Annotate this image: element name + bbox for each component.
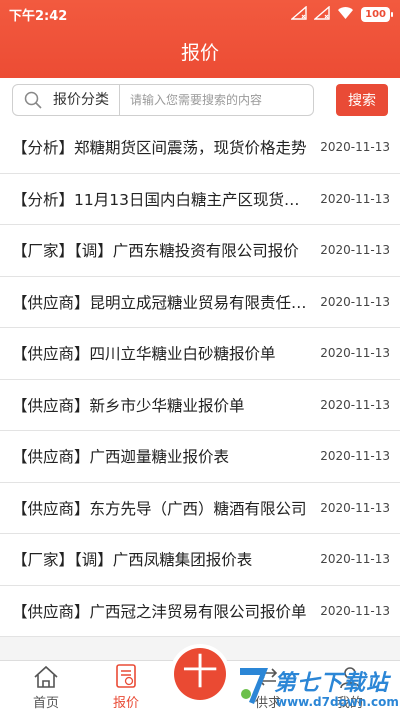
battery-icon: 100 (361, 6, 393, 22)
list-item[interactable]: 【供应商】新乡市少华糖业报价单 2020-11-13 (0, 380, 400, 431)
item-title: 【分析】郑糖期货区间震荡，现货价格走势 (12, 139, 307, 158)
item-date: 2020-11-13 (320, 243, 390, 258)
item-title: 【供应商】东方先导（广西）糖酒有限公司 (12, 499, 307, 518)
watermark-title: 第七下载站 (274, 671, 390, 696)
item-date: 2020-11-13 (320, 191, 390, 206)
status-time: 下午2:42 (9, 9, 68, 24)
item-date: 2020-11-13 (320, 346, 390, 361)
search-box[interactable]: 报价分类 (12, 84, 314, 116)
tab-quote-label: 报价 (112, 696, 139, 711)
app-header: 下午2:42 100 报价 (0, 0, 400, 78)
item-date: 2020-11-13 (320, 397, 390, 412)
tab-quote[interactable]: 报价 (96, 661, 156, 711)
home-icon (16, 661, 76, 689)
quote-list: 【分析】郑糖期货区间震荡，现货价格走势 2020-11-13 【分析】11月13日… (0, 122, 400, 637)
list-item[interactable]: 【厂家】【调】广西凤糖集团报价表 2020-11-13 (0, 534, 400, 586)
list-item[interactable]: 【厂家】【调】广西东糖投资有限公司报价 2020-11-13 (0, 225, 400, 277)
search-bar: 报价分类 搜索 (0, 78, 400, 122)
list-item[interactable]: 【供应商】东方先导（广西）糖酒有限公司 2020-11-13 (0, 483, 400, 534)
list-item[interactable]: 【供应商】广西迦量糖业报价表 2020-11-13 (0, 431, 400, 483)
category-selector[interactable]: 报价分类 (53, 85, 120, 115)
item-title: 【厂家】【调】广西凤糖集团报价表 (12, 551, 253, 570)
no-sim-icon-2 (313, 4, 330, 24)
item-date: 2020-11-13 (320, 140, 390, 155)
item-date: 2020-11-13 (320, 603, 390, 618)
tab-home-label: 首页 (32, 696, 59, 711)
item-title: 【分析】11月13日国内白糖主产区现货价格 (12, 190, 310, 209)
item-date: 2020-11-13 (320, 500, 390, 515)
item-date: 2020-11-13 (320, 294, 390, 309)
item-title: 【供应商】四川立华糖业白砂糖报价单 (12, 345, 276, 364)
item-title: 【供应商】广西冠之沣贸易有限公司报价单 (12, 602, 307, 621)
add-post-button[interactable]: 十 (174, 648, 226, 700)
status-bar: 下午2:42 100 (0, 0, 400, 28)
item-date: 2020-11-13 (320, 449, 390, 464)
watermark: 第七下载站 www.d7down.com (236, 664, 400, 711)
list-item[interactable]: 【分析】郑糖期货区间震荡，现货价格走势 2020-11-13 (0, 122, 400, 174)
search-button[interactable]: 搜索 (336, 84, 388, 116)
search-icon (13, 85, 53, 115)
item-title: 【供应商】新乡市少华糖业报价单 (12, 396, 245, 415)
item-title: 【厂家】【调】广西东糖投资有限公司报价 (12, 242, 299, 261)
list-item[interactable]: 【供应商】广西冠之沣贸易有限公司报价单 2020-11-13 (0, 586, 400, 637)
list-item[interactable]: 【分析】11月13日国内白糖主产区现货价格 2020-11-13 (0, 174, 400, 225)
status-icons: 100 (290, 4, 393, 24)
list-item[interactable]: 【供应商】昆明立成冠糖业贸易有限责任公司 2020-11-13 (0, 277, 400, 328)
item-title: 【供应商】昆明立成冠糖业贸易有限责任公司 (12, 293, 310, 312)
list-item[interactable]: 【供应商】四川立华糖业白砂糖报价单 2020-11-13 (0, 328, 400, 380)
item-title: 【供应商】广西迦量糖业报价表 (12, 448, 230, 467)
tab-home[interactable]: 首页 (16, 661, 76, 711)
item-date: 2020-11-13 (320, 552, 390, 567)
wifi-icon (337, 5, 354, 24)
page-title: 报价 (180, 42, 219, 64)
watermark-logo-icon (236, 664, 272, 706)
no-sim-icon (290, 4, 307, 24)
watermark-url: www.d7down.com (276, 695, 399, 709)
search-input[interactable] (120, 86, 313, 114)
document-icon (96, 661, 156, 689)
